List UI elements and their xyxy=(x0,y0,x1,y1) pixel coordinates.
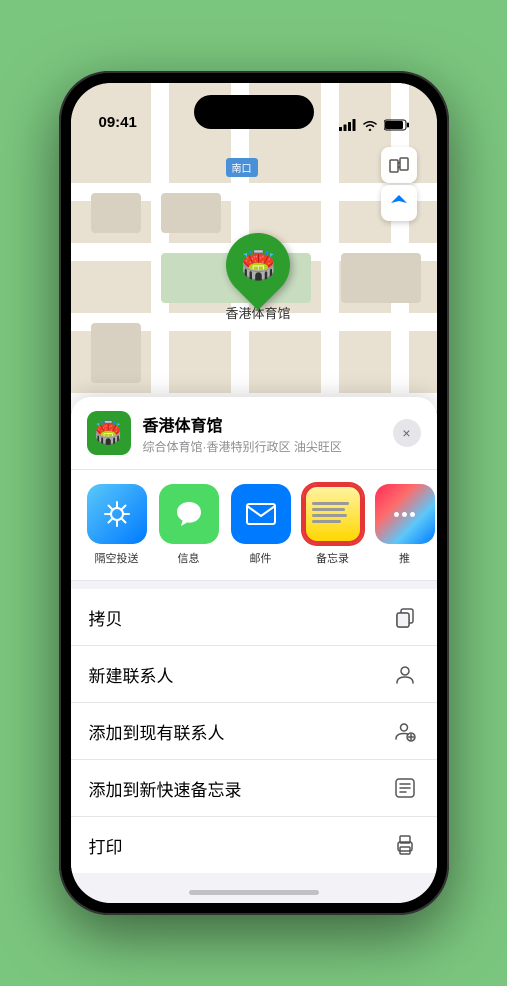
share-item-mail[interactable]: 邮件 xyxy=(231,484,291,566)
phone-screen: 09:41 xyxy=(71,83,437,903)
add-note-svg xyxy=(394,777,416,799)
map-block xyxy=(91,193,141,233)
share-actions-row: 隔空投送 信息 xyxy=(71,470,437,581)
status-icons xyxy=(339,119,409,131)
share-item-messages[interactable]: 信息 xyxy=(159,484,219,566)
map-controls xyxy=(381,147,417,221)
messages-icon xyxy=(159,484,219,544)
map-type-button[interactable] xyxy=(381,147,417,183)
notes-line-4 xyxy=(312,520,341,523)
venue-name: 香港体育馆 xyxy=(143,412,381,436)
mail-icon xyxy=(231,484,291,544)
home-indicator xyxy=(189,890,319,895)
more-label: 推 xyxy=(399,550,410,566)
map-label-text: 南口 xyxy=(232,164,252,175)
copy-icon xyxy=(391,603,419,631)
action-copy-label: 拷贝 xyxy=(89,605,123,630)
wifi-icon xyxy=(362,119,378,131)
action-add-note-label: 添加到新快速备忘录 xyxy=(89,776,242,801)
bottom-sheet: 🏟️ 香港体育馆 综合体育馆·香港特别行政区 油尖旺区 × xyxy=(71,397,437,903)
dynamic-island xyxy=(194,95,314,129)
notes-icon xyxy=(303,484,363,544)
action-list: 拷贝 新建联系人 xyxy=(71,589,437,873)
notes-label: 备忘录 xyxy=(316,550,349,566)
airdrop-icon xyxy=(87,484,147,544)
action-add-existing[interactable]: 添加到现有联系人 xyxy=(71,703,437,760)
new-contact-svg xyxy=(394,663,416,685)
action-add-note[interactable]: 添加到新快速备忘录 xyxy=(71,760,437,817)
close-icon: × xyxy=(402,425,410,441)
share-item-more[interactable]: 推 xyxy=(375,484,435,566)
print-icon xyxy=(391,831,419,859)
airdrop-label: 隔空投送 xyxy=(95,550,139,566)
action-print-label: 打印 xyxy=(89,833,123,858)
close-button[interactable]: × xyxy=(393,419,421,447)
add-existing-svg xyxy=(394,720,416,742)
location-arrow-icon xyxy=(390,194,408,212)
phone-frame: 09:41 xyxy=(59,71,449,915)
map-block xyxy=(91,323,141,383)
signal-icon xyxy=(339,119,356,131)
action-add-existing-label: 添加到现有联系人 xyxy=(89,719,225,744)
notes-line-1 xyxy=(312,502,350,505)
map-label: 南口 xyxy=(226,158,258,177)
venue-info: 香港体育馆 综合体育馆·香港特别行政区 油尖旺区 xyxy=(143,412,381,455)
airdrop-svg xyxy=(102,499,132,529)
pin-background: 🏟️ xyxy=(213,220,304,311)
add-existing-icon xyxy=(391,717,419,745)
action-new-contact[interactable]: 新建联系人 xyxy=(71,646,437,703)
messages-label: 信息 xyxy=(178,550,200,566)
copy-svg xyxy=(394,606,416,628)
print-svg xyxy=(394,834,416,856)
new-contact-icon xyxy=(391,660,419,688)
more-icon xyxy=(375,484,435,544)
battery-icon xyxy=(384,119,409,131)
location-button[interactable] xyxy=(381,185,417,221)
share-item-airdrop[interactable]: 隔空投送 xyxy=(87,484,147,566)
venue-icon: 🏟️ xyxy=(87,411,131,455)
action-new-contact-label: 新建联系人 xyxy=(89,662,174,687)
mail-label: 邮件 xyxy=(250,550,272,566)
more-dot xyxy=(410,512,415,517)
more-dot-row xyxy=(394,512,415,517)
map-icon xyxy=(389,155,409,175)
more-dot xyxy=(402,512,407,517)
notes-line-3 xyxy=(312,514,348,517)
map-block xyxy=(341,253,421,303)
mail-svg xyxy=(245,502,277,526)
more-dot xyxy=(394,512,399,517)
venue-card: 🏟️ 香港体育馆 综合体育馆·香港特别行政区 油尖旺区 × xyxy=(71,397,437,470)
add-note-icon xyxy=(391,774,419,802)
pin-icon: 🏟️ xyxy=(241,249,276,282)
messages-svg xyxy=(173,498,205,530)
status-time: 09:41 xyxy=(99,114,137,131)
map-block xyxy=(161,193,221,233)
action-copy[interactable]: 拷贝 xyxy=(71,589,437,646)
location-pin: 🏟️ 香港体育馆 xyxy=(226,233,291,322)
venue-subtitle: 综合体育馆·香港特别行政区 油尖旺区 xyxy=(143,438,381,455)
action-print[interactable]: 打印 xyxy=(71,817,437,873)
notes-line-2 xyxy=(312,508,346,511)
notes-lines xyxy=(306,498,360,530)
share-item-notes[interactable]: 备忘录 xyxy=(303,484,363,566)
